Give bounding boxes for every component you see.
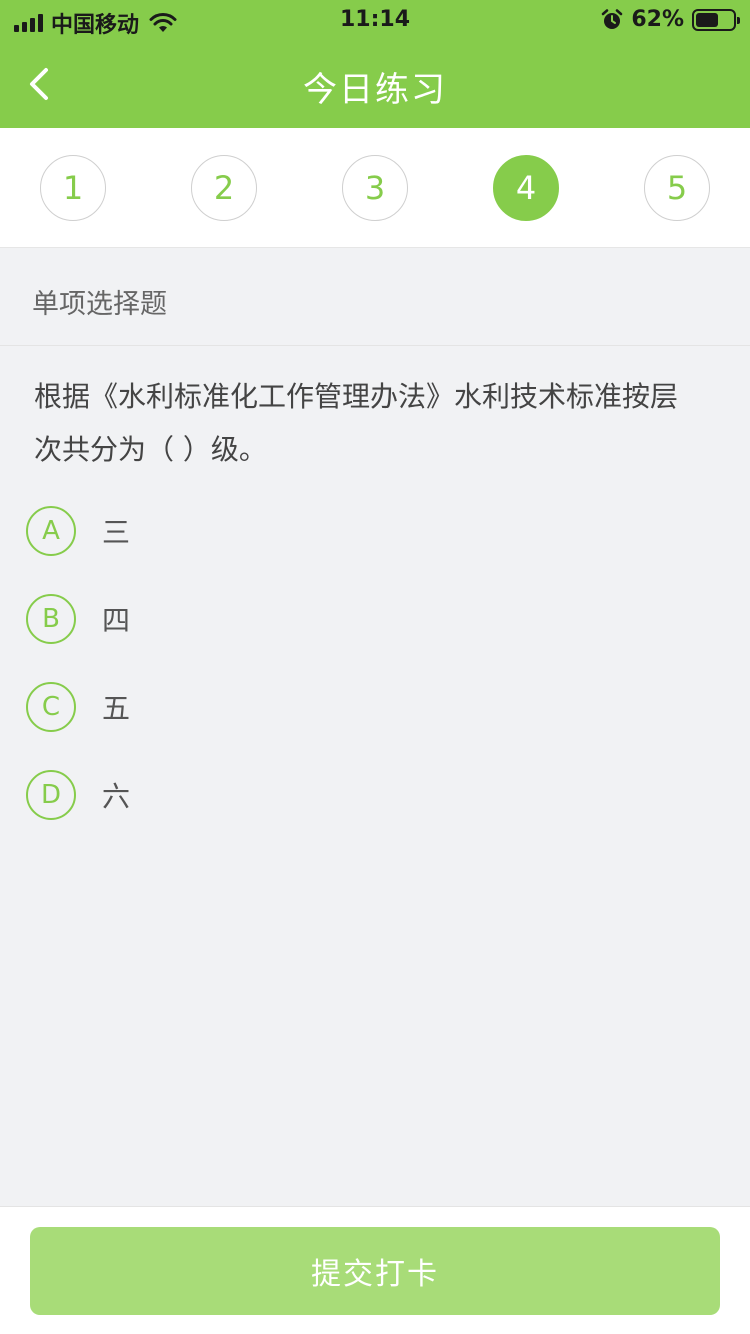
option-b[interactable]: B 四	[26, 593, 706, 645]
question-type-label: 单项选择题	[32, 289, 167, 320]
question-number-bar: 1 2 3 4 5	[0, 128, 750, 248]
question-number-1[interactable]: 1	[40, 155, 106, 221]
section-header: 单项选择题	[0, 248, 750, 346]
battery-fill	[696, 12, 719, 27]
battery-percent: 62%	[631, 7, 684, 32]
question-number-4[interactable]: 4	[493, 155, 559, 221]
question-line-1: 根据《水利标准化工作管理办法》水利技术标准按层	[34, 380, 679, 413]
option-letter: B	[26, 594, 76, 644]
page-title: 今日练习	[303, 70, 447, 110]
battery-icon	[692, 8, 740, 31]
option-text: 四	[102, 604, 131, 637]
status-right: 62%	[601, 7, 740, 32]
nav-bar: 今日练习	[0, 40, 750, 128]
option-a[interactable]: A 三	[26, 505, 706, 557]
option-d[interactable]: D 六	[26, 769, 706, 821]
option-text: 六	[102, 780, 131, 813]
submit-checkin-button[interactable]: 提交打卡	[30, 1227, 720, 1315]
alarm-icon	[602, 8, 623, 29]
question-number-2[interactable]: 2	[191, 155, 257, 221]
question-text: 根据《水利标准化工作管理办法》水利技术标准按层 次共分为（ ）级。	[34, 370, 734, 476]
option-c[interactable]: C 五	[26, 681, 706, 733]
option-letter: D	[26, 770, 76, 820]
question-number-3[interactable]: 3	[342, 155, 408, 221]
option-text: 五	[102, 692, 131, 725]
option-letter: A	[26, 506, 76, 556]
question-number-5[interactable]: 5	[644, 155, 710, 221]
header: 中国移动 11:14 62% 今日练习	[0, 0, 750, 128]
status-bar: 中国移动 11:14 62%	[0, 0, 750, 40]
option-letter: C	[26, 682, 76, 732]
footer: 提交打卡	[0, 1206, 750, 1334]
question-line-2: 次共分为（ ）级。	[34, 433, 267, 466]
option-text: 三	[102, 516, 131, 549]
